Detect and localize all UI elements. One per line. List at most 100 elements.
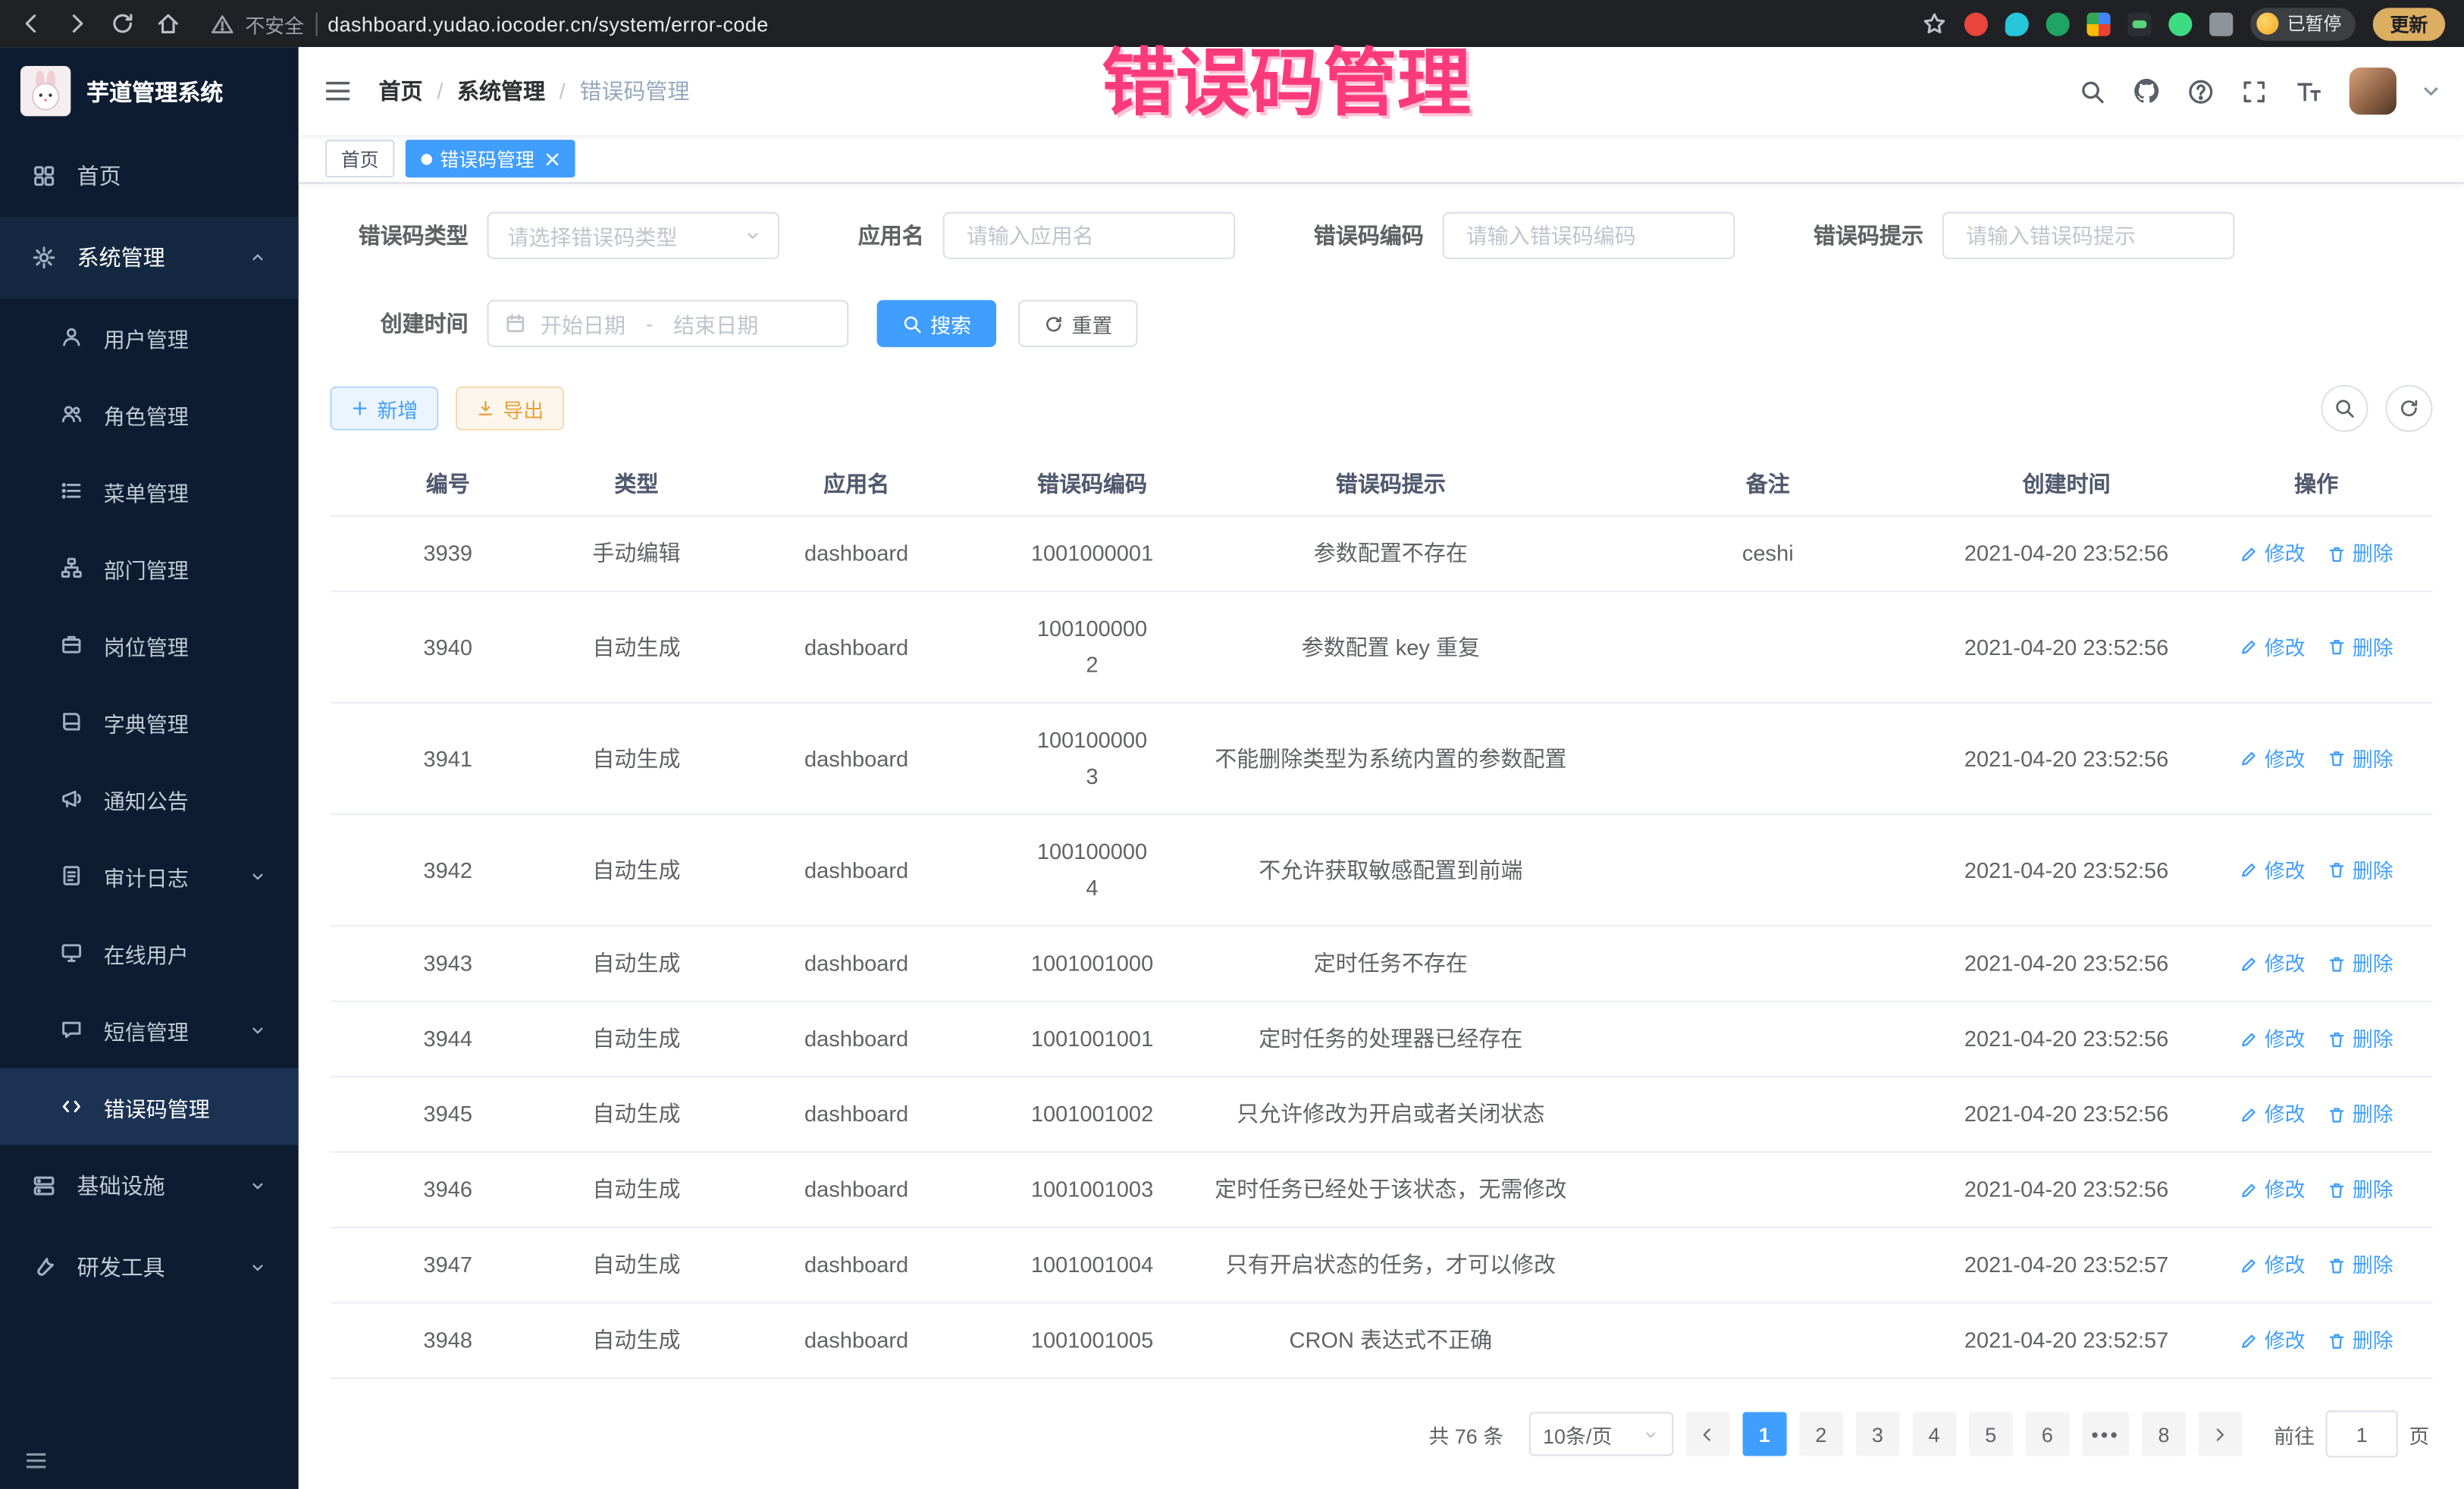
prev-page-button[interactable] — [1686, 1412, 1730, 1456]
edit-link[interactable]: 修改 — [2240, 1021, 2306, 1058]
page-button[interactable]: 1 — [1742, 1412, 1786, 1456]
extension-icon[interactable] — [2128, 12, 2152, 36]
delete-link[interactable]: 删除 — [2328, 852, 2393, 889]
page-button[interactable]: 5 — [1969, 1412, 2013, 1456]
sidebar-item-devtools[interactable]: 研发工具 — [0, 1227, 299, 1309]
edit-link[interactable]: 修改 — [2240, 1322, 2306, 1359]
extension-icon[interactable] — [1965, 12, 1989, 36]
delete-link[interactable]: 删除 — [2328, 945, 2393, 982]
sidebar-item-role[interactable]: 角色管理 — [0, 375, 299, 453]
reset-button[interactable]: 重置 — [1018, 300, 1138, 347]
help-icon[interactable] — [2187, 78, 2214, 105]
list-icon — [60, 479, 83, 503]
refresh-button[interactable] — [2385, 385, 2432, 432]
search-button[interactable]: 搜索 — [877, 300, 997, 347]
sidebar: 芋道管理系统 首页 系统管理 用户管理 角色管理 菜单管理 — [0, 47, 299, 1489]
browser-back-icon[interactable] — [19, 11, 44, 36]
font-size-icon[interactable] — [2294, 77, 2322, 105]
edit-link[interactable]: 修改 — [2240, 852, 2306, 889]
browser-forward-icon[interactable] — [64, 11, 89, 36]
bookmark-star-icon[interactable] — [1923, 11, 1948, 36]
sidebar-item-online-user[interactable]: 在线用户 — [0, 914, 299, 992]
sidebar-item-error-code[interactable]: 错误码管理 — [0, 1068, 299, 1146]
delete-link[interactable]: 删除 — [2328, 1096, 2393, 1133]
sidebar-collapse-toggle[interactable] — [0, 1432, 299, 1489]
tab-error-code[interactable]: 错误码管理 — [406, 139, 575, 177]
more-pages-button[interactable]: ••• — [2082, 1412, 2130, 1456]
edit-link[interactable]: 修改 — [2240, 945, 2306, 982]
next-page-button[interactable] — [2199, 1412, 2243, 1456]
edit-link[interactable]: 修改 — [2240, 1247, 2306, 1284]
security-chip[interactable]: 不安全 dashboard.yudao.iocoder.cn/system/er… — [211, 8, 769, 38]
url-text[interactable]: dashboard.yudao.iocoder.cn/system/error-… — [328, 12, 768, 36]
edit-link[interactable]: 修改 — [2240, 535, 2306, 572]
caret-down-icon[interactable] — [2423, 83, 2439, 99]
sidebar-item-post[interactable]: 岗位管理 — [0, 607, 299, 684]
extension-icon[interactable] — [2088, 12, 2111, 36]
goto-page-input[interactable] — [2326, 1410, 2398, 1457]
browser-update-button[interactable]: 更新 — [2373, 7, 2445, 40]
breadcrumb-home[interactable]: 首页 — [379, 75, 423, 106]
profile-paused-chip[interactable]: 已暂停 — [2251, 7, 2356, 40]
error-hint-input[interactable] — [1963, 222, 2215, 249]
delete-link[interactable]: 删除 — [2328, 741, 2393, 777]
edit-link[interactable]: 修改 — [2240, 1096, 2306, 1133]
close-icon[interactable] — [545, 152, 560, 166]
sidebar-item-user[interactable]: 用户管理 — [0, 299, 299, 376]
users-icon — [60, 402, 83, 425]
code-icon — [60, 1095, 83, 1118]
dot-icon — [422, 153, 433, 165]
sidebar-item-dict[interactable]: 字典管理 — [0, 683, 299, 760]
message-icon — [60, 1017, 83, 1041]
error-type-select[interactable]: 请选择错误码类型 — [487, 212, 780, 259]
table-row: 3940 自动生成 dashboard 100100000 2 参数配置 key… — [330, 592, 2432, 704]
error-code-table: 编号 类型 应用名 错误码编码 错误码提示 备注 创建时间 操作 3939 手动… — [330, 454, 2432, 1379]
sidebar-item-sms[interactable]: 短信管理 — [0, 991, 299, 1068]
delete-link[interactable]: 删除 — [2328, 1021, 2393, 1058]
extension-icon[interactable] — [2169, 12, 2193, 36]
user-avatar[interactable] — [2350, 67, 2397, 114]
page-button[interactable]: 2 — [1799, 1412, 1843, 1456]
page-button[interactable]: 6 — [2025, 1412, 2069, 1456]
search-icon[interactable] — [2079, 78, 2105, 105]
page-button[interactable]: 4 — [1912, 1412, 1956, 1456]
sidebar-item-menu[interactable]: 菜单管理 — [0, 453, 299, 530]
delete-link[interactable]: 删除 — [2328, 1322, 2393, 1359]
error-hint-label: 错误码提示 — [1814, 220, 1923, 251]
sidebar-toggle-icon[interactable] — [324, 77, 352, 105]
export-button[interactable]: 导出 — [456, 387, 564, 431]
browser-reload-icon[interactable] — [110, 11, 135, 36]
sidebar-item-dept[interactable]: 部门管理 — [0, 529, 299, 607]
delete-link[interactable]: 删除 — [2328, 1171, 2393, 1208]
sidebar-item-home[interactable]: 首页 — [0, 135, 299, 217]
pagination: 共 76 条 10条/页 1 2 3 4 5 6 ••• 8 — [330, 1410, 2432, 1457]
page-size-select[interactable]: 10条/页 — [1528, 1412, 1673, 1456]
error-code-input[interactable] — [1463, 222, 1715, 249]
breadcrumb-system[interactable]: 系统管理 — [457, 75, 545, 106]
sidebar-item-audit-log[interactable]: 审计日志 — [0, 837, 299, 914]
sidebar-item-system[interactable]: 系统管理 — [0, 217, 299, 299]
add-button[interactable]: 新增 — [330, 387, 438, 431]
edit-link[interactable]: 修改 — [2240, 1171, 2306, 1208]
delete-link[interactable]: 删除 — [2328, 629, 2393, 666]
page-button[interactable]: 3 — [1855, 1412, 1899, 1456]
table-row: 3947 自动生成 dashboard 1001001004 只有开启状态的任务… — [330, 1228, 2432, 1303]
delete-link[interactable]: 删除 — [2328, 535, 2393, 572]
toggle-search-button[interactable] — [2321, 385, 2368, 432]
extension-icon[interactable] — [2047, 12, 2071, 36]
tab-home[interactable]: 首页 — [325, 139, 394, 177]
app-name-input[interactable] — [964, 222, 1215, 249]
edit-link[interactable]: 修改 — [2240, 629, 2306, 666]
page-button[interactable]: 8 — [2142, 1412, 2186, 1456]
date-range-picker[interactable]: 开始日期 - 结束日期 — [487, 300, 849, 347]
delete-link[interactable]: 删除 — [2328, 1247, 2393, 1284]
github-icon[interactable] — [2133, 77, 2161, 105]
sidebar-item-infra[interactable]: 基础设施 — [0, 1145, 299, 1227]
sidebar-item-notice[interactable]: 通知公告 — [0, 760, 299, 838]
extensions-puzzle-icon[interactable] — [2210, 12, 2234, 36]
edit-link[interactable]: 修改 — [2240, 741, 2306, 777]
fullscreen-icon[interactable] — [2241, 78, 2268, 105]
browser-home-icon[interactable] — [155, 11, 180, 36]
security-label: 不安全 — [245, 8, 304, 38]
extension-icon[interactable] — [2006, 12, 2030, 36]
